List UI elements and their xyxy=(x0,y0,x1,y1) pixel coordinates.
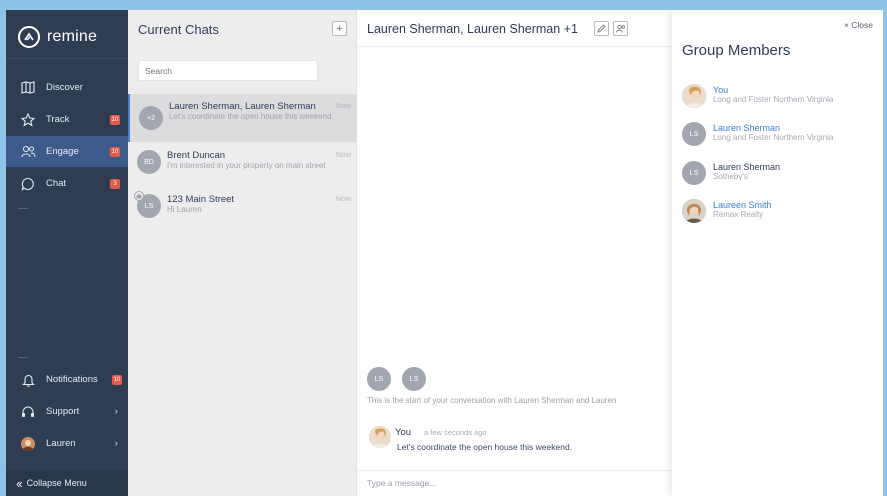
group-avatar: +2 xyxy=(139,106,163,130)
people-icon xyxy=(615,24,625,33)
message-time: a few seconds ago xyxy=(424,428,487,437)
chevron-right-icon: › xyxy=(114,406,118,417)
count-badge: 10 xyxy=(110,146,120,157)
nav-label: Lauren xyxy=(46,438,76,449)
close-button[interactable]: × Close xyxy=(844,20,873,30)
count-badge: 10 xyxy=(110,114,120,125)
home-icon xyxy=(134,191,144,201)
member-avatar: LS xyxy=(682,161,706,185)
member-company: Sotheby's xyxy=(713,172,748,181)
divider xyxy=(6,58,128,59)
member-name[interactable]: Lauren Sherman xyxy=(713,123,780,133)
search-input[interactable] xyxy=(138,60,318,81)
chat-list-panel: Current Chats + +2 Lauren Sherman, Laure… xyxy=(128,10,357,496)
count-badge: 3 xyxy=(110,178,120,189)
participant-avatar: LS xyxy=(367,367,391,391)
star-icon xyxy=(20,112,36,128)
member-avatar xyxy=(682,199,706,223)
chat-name: Brent Duncan xyxy=(167,150,226,161)
brand-name: remine xyxy=(47,28,98,45)
group-members-panel: × Close Group Members You Long and Foste… xyxy=(672,10,883,496)
sidebar: remine Discover Track 10 Engage 10 Chat … xyxy=(6,10,128,496)
conversation-start-text: This is the start of your conversation w… xyxy=(367,396,617,405)
count-badge: 10 xyxy=(112,374,122,385)
chat-time: Now xyxy=(335,194,351,203)
participant-avatar: LS xyxy=(402,367,426,391)
collapse-label: Collapse Menu xyxy=(26,478,87,488)
chat-bubble-icon xyxy=(20,176,36,192)
support-icon xyxy=(20,404,36,420)
nav-item-track[interactable]: Track 10 xyxy=(6,104,128,135)
remine-logo-icon xyxy=(18,26,40,48)
member-avatar xyxy=(682,84,706,108)
divider xyxy=(357,46,675,47)
map-icon xyxy=(20,80,36,96)
member-item[interactable]: Laureen Smith Remax Realty xyxy=(682,199,882,229)
nav-item-discover[interactable]: Discover xyxy=(6,72,128,103)
new-chat-button[interactable]: + xyxy=(332,21,347,36)
people-icon xyxy=(20,144,36,160)
chat-name: Lauren Sherman, Lauren Sherman xyxy=(169,101,316,112)
chat-preview: Let's coordinate the open house this wee… xyxy=(169,112,334,121)
nav-label: Notifications xyxy=(46,374,98,385)
group-members-title: Group Members xyxy=(682,42,791,59)
conversation-panel: Lauren Sherman, Lauren Sherman +1 LS LS … xyxy=(357,10,675,496)
pencil-icon xyxy=(597,24,606,33)
member-item[interactable]: LS Lauren Sherman Long and Foster Northe… xyxy=(682,122,882,152)
member-company: Remax Realty xyxy=(713,210,764,219)
divider xyxy=(18,357,28,358)
conversation-title: Lauren Sherman, Lauren Sherman +1 xyxy=(367,22,578,36)
contact-avatar: BD xyxy=(137,150,161,174)
chat-name: 123 Main Street xyxy=(167,194,235,205)
chat-preview: I'm interested in your property on main … xyxy=(167,161,326,170)
nav-item-chat[interactable]: Chat 3 xyxy=(6,168,128,199)
collapse-menu-button[interactable]: ‹‹ Collapse Menu xyxy=(6,470,128,496)
nav-item-profile[interactable]: Lauren › xyxy=(6,428,128,459)
chat-list-title: Current Chats xyxy=(138,22,219,37)
double-chevron-left-icon: ‹‹ xyxy=(16,475,23,491)
chevron-right-icon: › xyxy=(114,438,118,449)
nav-label: Chat xyxy=(46,178,67,189)
chat-list-item[interactable]: LS 123 Main Street Hi Lauren Now xyxy=(128,188,357,236)
chat-preview: Hi Lauren xyxy=(167,205,202,214)
chat-time: Now xyxy=(335,101,351,110)
members-button[interactable] xyxy=(613,21,628,36)
nav-item-engage[interactable]: Engage 10 xyxy=(6,136,128,167)
message-input[interactable] xyxy=(367,475,667,491)
member-company: Long and Foster Northern Virginia xyxy=(713,133,834,142)
nav-label: Support xyxy=(46,406,80,417)
member-item[interactable]: You Long and Foster Northern Virginia xyxy=(682,84,882,114)
avatar xyxy=(20,436,36,452)
brand-logo[interactable]: remine xyxy=(18,26,97,48)
chat-list-item[interactable]: +2 Lauren Sherman, Lauren Sherman Let's … xyxy=(128,94,357,142)
nav-item-notifications[interactable]: Notifications 10 xyxy=(6,364,128,395)
chat-list-item[interactable]: BD Brent Duncan I'm interested in your p… xyxy=(128,144,357,192)
member-item[interactable]: LS Lauren Sherman Sotheby's xyxy=(682,161,882,191)
app-window: remine Discover Track 10 Engage 10 Chat … xyxy=(6,10,883,496)
member-name[interactable]: You xyxy=(713,85,728,95)
member-name: Lauren Sherman xyxy=(713,162,781,172)
divider xyxy=(18,208,28,209)
message-avatar xyxy=(369,426,391,448)
bell-icon xyxy=(20,372,36,388)
divider xyxy=(357,470,675,471)
nav-label: Discover xyxy=(46,82,83,93)
message-sender: You xyxy=(395,427,412,438)
message-text: Let's coordinate the open house this wee… xyxy=(397,442,573,452)
nav-label: Track xyxy=(46,114,70,125)
member-company: Long and Foster Northern Virginia xyxy=(713,95,834,104)
chat-time: Now xyxy=(335,150,351,159)
nav-item-support[interactable]: Support › xyxy=(6,396,128,427)
member-name[interactable]: Laureen Smith xyxy=(713,200,772,210)
member-avatar: LS xyxy=(682,122,706,146)
edit-button[interactable] xyxy=(594,21,609,36)
nav-label: Engage xyxy=(46,146,79,157)
